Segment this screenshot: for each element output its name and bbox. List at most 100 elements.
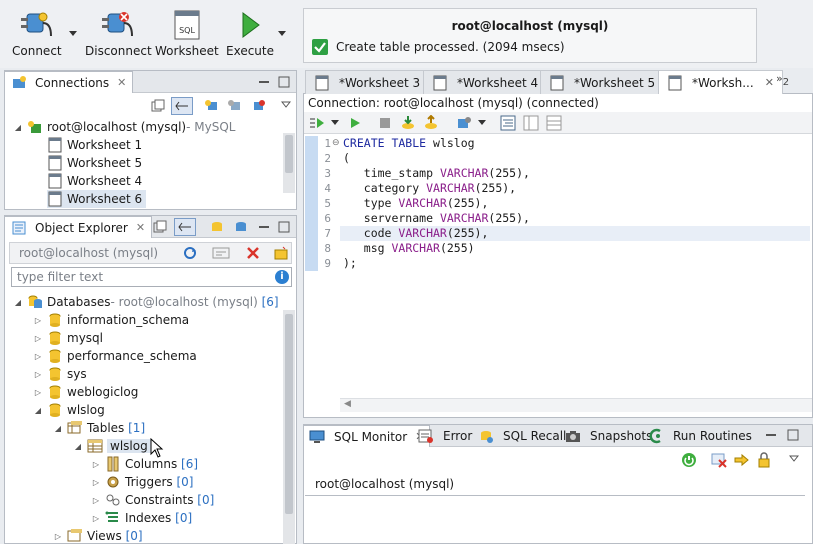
transaction-icon[interactable] <box>456 115 472 131</box>
close-icon[interactable]: ✕ <box>765 76 774 89</box>
layout-icon[interactable] <box>523 115 539 131</box>
tab-sql-recall[interactable]: SQL Recall <box>478 425 566 447</box>
tab-worksheet-6-active[interactable]: *Worksh... ✕ <box>658 70 783 94</box>
new-item-icon[interactable] <box>273 246 289 260</box>
execute-dropdown-icon[interactable] <box>277 28 287 38</box>
collapsed-arrow-icon[interactable]: ▷ <box>33 334 43 343</box>
properties-icon[interactable] <box>212 246 230 260</box>
tab-connections[interactable]: Connections ✕ <box>4 71 134 93</box>
collapse-all-icon[interactable] <box>153 220 167 234</box>
execute-statement-icon[interactable] <box>309 116 325 130</box>
minimize-icon[interactable] <box>257 76 271 88</box>
sql-editor[interactable]: CREATE TABLE wlslog ( time_stamp VARCHAR… <box>343 136 808 276</box>
disconnect-small-icon[interactable] <box>250 99 266 113</box>
constraints-node[interactable]: ▷ Constraints [0] <box>91 491 214 509</box>
link-editor-icon[interactable] <box>174 218 196 236</box>
maximize-icon[interactable] <box>277 76 291 88</box>
tab-overflow-button[interactable]: »2 <box>776 72 789 88</box>
collapsed-arrow-icon[interactable]: ▷ <box>53 532 63 541</box>
table-item[interactable]: ◢ wlslog <box>73 437 151 455</box>
database-item[interactable]: ▷ performance_schema <box>33 347 197 365</box>
indexes-node[interactable]: ▷ Indexes [0] <box>91 509 192 527</box>
connect-button[interactable]: Connect <box>12 10 62 58</box>
expanded-arrow-icon[interactable]: ◢ <box>73 442 83 451</box>
minimize-icon[interactable] <box>257 221 271 233</box>
filter-input[interactable]: type filter text i <box>11 267 292 287</box>
dropdown-arrow-icon[interactable] <box>478 120 486 126</box>
database-item[interactable]: ▷ weblogiclog <box>33 383 138 401</box>
tab-snapshots[interactable]: Snapshots <box>565 425 652 447</box>
lock-icon[interactable] <box>756 452 772 468</box>
disconnect-button[interactable]: Disconnect <box>85 10 152 58</box>
view-menu-icon[interactable] <box>789 455 799 463</box>
run-icon[interactable] <box>349 116 361 130</box>
expanded-arrow-icon[interactable]: ◢ <box>13 298 23 307</box>
collapsed-arrow-icon[interactable]: ▷ <box>33 352 43 361</box>
link-editor-icon[interactable] <box>171 97 193 115</box>
expanded-arrow-icon[interactable]: ◢ <box>33 406 43 415</box>
start-monitor-icon[interactable] <box>681 452 697 468</box>
tab-error[interactable]: Error <box>418 425 472 447</box>
load-script-icon[interactable] <box>400 115 416 131</box>
connection-root[interactable]: ◢ root@localhost (mysql) - MySQL <box>13 118 236 136</box>
refresh-icon[interactable] <box>209 220 225 234</box>
tab-object-explorer[interactable]: Object Explorer ✕ <box>4 216 153 238</box>
close-icon[interactable]: ✕ <box>117 76 126 89</box>
execute-button[interactable]: Execute <box>226 10 274 58</box>
tab-worksheet-3[interactable]: *Worksheet 3 <box>305 70 430 94</box>
views-node[interactable]: ▷ Views [0] <box>53 527 143 544</box>
close-icon[interactable]: ✕ <box>136 221 145 234</box>
connection-worksheet-item-selected[interactable]: Worksheet 6 <box>47 190 147 208</box>
info-icon[interactable]: i <box>275 270 289 284</box>
horizontal-scrollbar[interactable]: ◀ <box>340 398 812 412</box>
collapsed-arrow-icon[interactable]: ▷ <box>91 514 101 523</box>
export-icon[interactable] <box>734 452 750 468</box>
database-item[interactable]: ▷ mysql <box>33 329 103 347</box>
save-script-icon[interactable] <box>423 115 439 131</box>
minimize-icon[interactable] <box>764 429 778 441</box>
maximize-icon[interactable] <box>277 221 291 233</box>
view-menu-icon[interactable] <box>281 101 291 109</box>
connection-worksheet-item[interactable]: Worksheet 5 <box>47 154 142 172</box>
collapsed-arrow-icon[interactable]: ▷ <box>91 478 101 487</box>
collapsed-arrow-icon[interactable]: ▷ <box>33 316 43 325</box>
database-icon[interactable] <box>233 220 249 234</box>
results-grid-icon[interactable] <box>546 115 562 131</box>
tab-sql-monitor[interactable]: SQL Monitor ✕ <box>303 425 431 447</box>
collapsed-arrow-icon[interactable]: ▷ <box>91 496 101 505</box>
scrollbar[interactable] <box>283 133 295 193</box>
tab-worksheet-4[interactable]: *Worksheet 4 <box>423 70 548 94</box>
collapsed-arrow-icon[interactable]: ▷ <box>91 460 101 469</box>
format-icon[interactable] <box>500 115 516 131</box>
columns-node[interactable]: ▷ Columns [6] <box>91 455 198 473</box>
database-item[interactable]: ▷ information_schema <box>33 311 189 329</box>
scroll-left-icon[interactable]: ◀ <box>344 399 351 409</box>
tables-node[interactable]: ◢ Tables [1] <box>53 419 145 437</box>
clear-monitor-icon[interactable] <box>711 452 727 468</box>
tab-worksheet-5[interactable]: *Worksheet 5 <box>540 70 665 94</box>
fold-icon[interactable]: ⊖ <box>332 138 340 148</box>
expanded-arrow-icon[interactable]: ◢ <box>53 424 63 433</box>
connect-dropdown-icon[interactable] <box>68 28 78 38</box>
connection-settings-icon[interactable] <box>227 99 243 113</box>
database-item[interactable]: ▷ sys <box>33 365 87 383</box>
triggers-node[interactable]: ▷ Triggers [0] <box>91 473 194 491</box>
new-connection-icon[interactable] <box>204 99 220 113</box>
expanded-arrow-icon[interactable]: ◢ <box>13 123 23 132</box>
collapsed-arrow-icon[interactable]: ▷ <box>33 388 43 397</box>
connection-worksheet-item[interactable]: Worksheet 4 <box>47 172 142 190</box>
collapsed-arrow-icon[interactable]: ▷ <box>33 370 43 379</box>
worksheet-button[interactable]: SQL Worksheet <box>155 10 219 58</box>
databases-node[interactable]: ◢ Databases - root@localhost (mysql) [6] <box>13 293 279 311</box>
collapse-all-icon[interactable] <box>151 99 165 113</box>
tables-folder-icon <box>67 421 82 434</box>
delete-icon[interactable] <box>246 246 260 260</box>
scrollbar[interactable] <box>283 310 295 544</box>
stop-icon[interactable] <box>378 116 392 130</box>
dropdown-arrow-icon[interactable] <box>331 120 339 126</box>
switch-connection-icon[interactable] <box>182 246 198 260</box>
tab-run-routines[interactable]: Run Routines <box>648 425 752 447</box>
connection-worksheet-item[interactable]: Worksheet 1 <box>47 136 142 154</box>
database-item-expanded[interactable]: ◢ wlslog <box>33 401 105 419</box>
maximize-icon[interactable] <box>786 429 800 441</box>
